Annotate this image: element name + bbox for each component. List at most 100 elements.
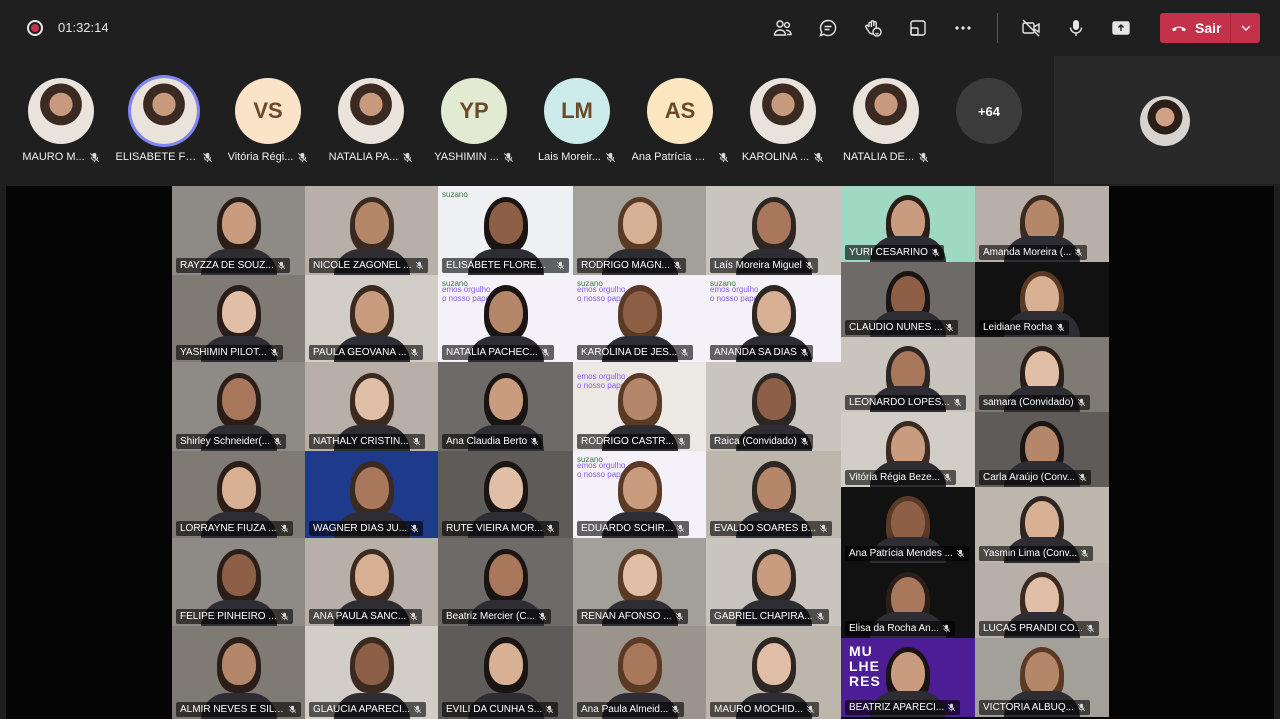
video-tile[interactable]: suzano emos orgulho o nosso papel. EDUARDO … xyxy=(573,451,706,538)
video-tile[interactable]: Leidiane Rocha xyxy=(975,262,1109,337)
video-tile[interactable]: Elisa da Rocha An... xyxy=(841,563,975,638)
video-tile[interactable]: ALMIR NEVES E SILVA xyxy=(172,626,305,719)
participant-name-text: ELISABETE FLORES P... xyxy=(446,260,553,271)
video-tile[interactable]: RUTE VIEIRA MOR... xyxy=(438,451,573,538)
video-tile[interactable]: RODRIGO MAGN... xyxy=(573,186,706,275)
more-options-icon[interactable] xyxy=(951,16,975,40)
video-tile[interactable]: RAYZZA DE SOUZ... xyxy=(172,186,305,275)
video-tile[interactable]: LUCAS PRANDI CO... xyxy=(975,563,1109,638)
participant-avatar-5[interactable]: LM Lais Moreir... xyxy=(527,76,627,176)
microphone-icon[interactable] xyxy=(1064,16,1088,40)
video-tile[interactable]: Ana Paula Almeid... xyxy=(573,626,706,719)
participant-name-label: YURI CESARINO xyxy=(845,245,944,260)
video-tile[interactable]: samara (Convidado) xyxy=(975,337,1109,412)
video-tile[interactable]: Amanda Moreira (... xyxy=(975,186,1109,262)
chat-icon[interactable] xyxy=(816,16,840,40)
video-tile[interactable]: suzano emos orgulho o nosso papel. KAROLINA… xyxy=(573,275,706,362)
mic-off-icon xyxy=(718,152,728,162)
participant-avatar-7[interactable]: KAROLINA ... xyxy=(733,76,833,176)
avatar[interactable] xyxy=(28,78,94,144)
leave-button[interactable]: Sair xyxy=(1160,13,1260,43)
video-tile[interactable]: Ana Patrícia Mendes ... xyxy=(841,487,975,563)
participant-avatar-0[interactable]: MAURO M... xyxy=(11,76,111,176)
video-tile[interactable]: MAURO MOCHID... xyxy=(706,626,841,719)
participant-avatar-3[interactable]: NATALIA PA... xyxy=(321,76,421,176)
avatar[interactable] xyxy=(338,78,404,144)
more-participants-button[interactable]: +64 xyxy=(956,78,1022,144)
camera-off-icon[interactable] xyxy=(1019,16,1043,40)
video-tile[interactable]: NICOLE ZAGONEL ... xyxy=(305,186,438,275)
avatar[interactable] xyxy=(131,78,197,144)
video-tile[interactable]: Carla Araújo (Conv... xyxy=(975,412,1109,487)
video-tile[interactable]: NATHALY CRISTIN... xyxy=(305,362,438,451)
participant-name-label: Beatriz Mercier (C... xyxy=(442,609,551,624)
participant-name-text: YASHIMIN ... xyxy=(434,151,499,163)
video-tile[interactable]: Yasmin Lima (Conv... xyxy=(975,487,1109,563)
avatar[interactable]: AS xyxy=(647,78,713,144)
participant-name-text: MAURO M... xyxy=(22,151,85,163)
video-tile[interactable]: LEONARDO LOPES... xyxy=(841,337,975,412)
mic-off-icon xyxy=(677,524,685,533)
mic-off-icon xyxy=(677,437,685,446)
participant-name-text: WAGNER DIAS JU... xyxy=(313,523,408,534)
reactions-icon[interactable] xyxy=(861,16,885,40)
video-tile[interactable]: YURI CESARINO xyxy=(841,186,975,262)
video-tile[interactable]: GLAUCIA APARECI... xyxy=(305,626,438,719)
video-tile[interactable]: RENAN AFONSO ... xyxy=(573,538,706,626)
participant-name-label: Ana Paula Almeid... xyxy=(577,702,685,717)
participant-name-label: RODRIGO MAGN... xyxy=(577,258,686,273)
video-tile[interactable]: MU LHE RES BEATRIZ APARECI... xyxy=(841,638,975,717)
participant-name-label: Leidiane Rocha xyxy=(979,320,1069,335)
people-icon[interactable] xyxy=(771,16,795,40)
chevron-down-icon[interactable] xyxy=(1231,13,1260,43)
avatar[interactable] xyxy=(750,78,816,144)
avatar[interactable]: VS xyxy=(235,78,301,144)
participant-avatar-4[interactable]: YP YASHIMIN ... xyxy=(424,76,524,176)
video-tile[interactable]: Shirley Schneider(... xyxy=(172,362,305,451)
share-tray-icon[interactable] xyxy=(906,16,930,40)
video-tile[interactable]: ANA PAULA SANC... xyxy=(305,538,438,626)
video-tile[interactable]: LORRAYNE FIUZA ... xyxy=(172,451,305,538)
video-tile[interactable]: WAGNER DIAS JU... xyxy=(305,451,438,538)
participant-name-label: BEATRIZ APARECI... xyxy=(845,700,961,715)
avatar[interactable]: YP xyxy=(441,78,507,144)
video-tile[interactable]: EVILI DA CUNHA S... xyxy=(438,626,573,719)
video-tile[interactable]: EVALDO SOARES B... xyxy=(706,451,841,538)
share-screen-icon[interactable] xyxy=(1109,16,1133,40)
video-tile[interactable]: emos orgulho o nosso papel. RODRIGO CASTR.… xyxy=(573,362,706,451)
video-tile[interactable]: FELIPE PINHEIRO ... xyxy=(172,538,305,626)
video-tile[interactable]: PAULA GEOVANA ... xyxy=(305,275,438,362)
avatar[interactable]: LM xyxy=(544,78,610,144)
mic-off-icon xyxy=(415,261,423,270)
video-tile[interactable]: Laís Moreira Miguel xyxy=(706,186,841,275)
video-tile[interactable]: Vitória Régia Beze... xyxy=(841,412,975,487)
participant-avatar-8[interactable]: NATALIA DE... xyxy=(836,76,936,176)
video-tile[interactable]: Raica (Convidado) xyxy=(706,362,841,451)
mic-off-icon xyxy=(410,524,419,533)
participant-name-label: NATHALY CRISTIN... xyxy=(309,434,425,449)
video-tile[interactable]: suzano emos orgulho o nosso papel. ANANDA S… xyxy=(706,275,841,362)
leave-main[interactable]: Sair xyxy=(1160,13,1230,43)
participant-name-label: Ana Patrícia Mendes ... xyxy=(845,546,969,561)
video-tile[interactable]: VICTORIA ALBUQ... xyxy=(975,638,1109,717)
participant-name: MAURO M... xyxy=(11,151,111,163)
participant-avatar-9[interactable]: +64 xyxy=(939,76,1039,176)
participant-name-text: ANANDA SA DIAS xyxy=(714,347,797,358)
video-tile[interactable]: suzano emos orgulho o nosso papel. NATALIA … xyxy=(438,275,573,362)
participant-avatar-1[interactable]: ELISABETE FLO... xyxy=(114,76,214,176)
video-tile[interactable]: GABRIEL CHAPIRA... xyxy=(706,538,841,626)
video-tile[interactable]: CLAUDIO NUNES ... xyxy=(841,262,975,337)
video-tile[interactable]: Ana Claudia Berto xyxy=(438,362,573,451)
banner-line: emos orgulho xyxy=(577,372,626,381)
video-tile[interactable]: Beatriz Mercier (C... xyxy=(438,538,573,626)
participant-avatar-6[interactable]: AS Ana Patrícia Me... xyxy=(630,76,730,176)
video-tile[interactable]: YASHIMIN PILOT... xyxy=(172,275,305,362)
avatar[interactable] xyxy=(853,78,919,144)
participant-face xyxy=(488,290,523,333)
participant-face xyxy=(221,202,256,245)
video-tile[interactable]: suzano ELISABETE FLORES P... xyxy=(438,186,573,275)
participant-avatar-2[interactable]: VS Vitória Régi... xyxy=(218,76,318,176)
participant-name-text: Vitória Régia Beze... xyxy=(849,472,940,483)
self-view[interactable] xyxy=(1054,56,1280,184)
mic-off-icon xyxy=(943,473,952,482)
